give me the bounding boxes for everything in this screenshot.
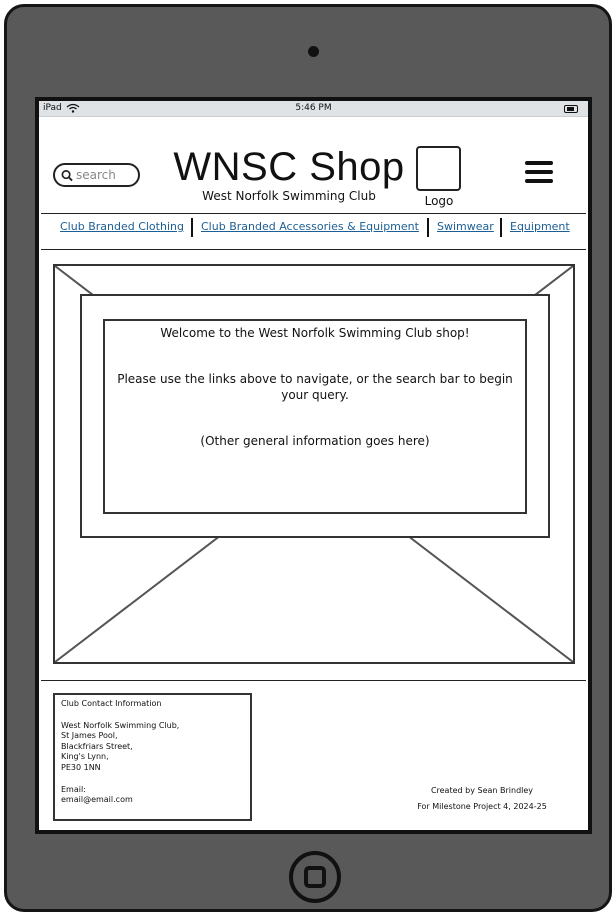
main-nav: Club Branded Clothing Club Branded Acces…: [39, 217, 588, 239]
credits-author: Created by Sean Brindley: [430, 786, 534, 795]
general-info: (Other general information goes here): [200, 434, 430, 448]
site-subtitle: West Norfolk Swimming Club: [202, 189, 376, 203]
header-divider: [41, 213, 586, 214]
address-line: West Norfolk Swimming Club,: [61, 720, 180, 730]
address-line: King's Lynn,: [61, 752, 109, 762]
screen: iPad 5:46 PM WNSC Shop West Norfolk Swim…: [35, 97, 592, 834]
nav-separator: [191, 218, 193, 237]
site-title: WNSC Shop: [173, 145, 405, 189]
nav-link-equipment[interactable]: Equipment: [510, 220, 570, 233]
ipad-frame: iPad 5:46 PM WNSC Shop West Norfolk Swim…: [4, 4, 612, 912]
hamburger-menu-icon[interactable]: [525, 161, 553, 191]
nav-link-club-branded-accessories[interactable]: Club Branded Accessories & Equipment: [201, 220, 419, 233]
nav-link-club-branded-clothing[interactable]: Club Branded Clothing: [60, 220, 184, 233]
address-line: Blackfriars Street,: [61, 741, 133, 751]
email-label: Email:: [61, 784, 86, 794]
status-time: 5:46 PM: [295, 103, 332, 113]
hero-image-placeholder: Welcome to the West Norfolk Swimming Clu…: [53, 264, 575, 664]
address-line: St James Pool,: [61, 731, 118, 741]
camera-icon: [308, 46, 319, 57]
footer-divider: [41, 680, 586, 681]
search-input[interactable]: [76, 168, 138, 182]
welcome-panel: Welcome to the West Norfolk Swimming Clu…: [103, 319, 527, 514]
credits: Created by Sean Brindley For Milestone P…: [407, 783, 557, 815]
nav-separator: [427, 218, 429, 237]
search-icon[interactable]: [61, 169, 73, 182]
logo-placeholder[interactable]: [416, 146, 461, 191]
welcome-instructions: Please use the links above to navigate, …: [117, 372, 513, 402]
home-square-icon: [304, 866, 326, 888]
status-bar: iPad 5:46 PM: [39, 101, 588, 117]
email-address[interactable]: email@email.com: [61, 795, 244, 806]
nav-link-swimwear[interactable]: Swimwear: [437, 220, 494, 233]
nav-divider: [41, 249, 586, 250]
contact-info-box: Club Contact Information West Norfolk Sw…: [53, 693, 252, 821]
address-line: PE30 1NN: [61, 762, 101, 772]
home-button[interactable]: [289, 851, 341, 903]
welcome-heading: Welcome to the West Norfolk Swimming Clu…: [160, 326, 470, 340]
battery-icon: [564, 105, 578, 113]
search-box[interactable]: [53, 163, 140, 187]
nav-separator: [500, 218, 502, 237]
credits-project: For Milestone Project 4, 2024-25: [417, 802, 547, 811]
contact-heading: Club Contact Information: [61, 699, 162, 708]
welcome-panel-outer: Welcome to the West Norfolk Swimming Clu…: [80, 294, 550, 538]
logo-label: Logo: [424, 194, 454, 208]
